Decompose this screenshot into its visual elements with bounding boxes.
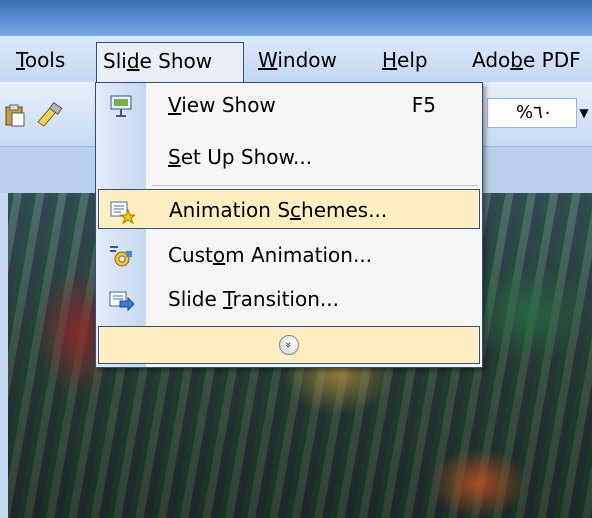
double-chevron-down-icon[interactable]: » [279,335,299,355]
menu-slide-show-b: e Show [139,49,213,73]
menu-window-mnemonic: W [258,48,278,72]
menu-slide-show[interactable]: Slide Show [96,42,244,82]
menu-window-rest: indow [277,48,337,72]
menu-adobe-mnemonic: b [510,48,523,72]
projector-icon [108,92,134,118]
menu-help-rest: elp [397,48,428,72]
format-painter-icon[interactable] [34,101,63,128]
paste-icon[interactable] [2,102,28,128]
menu-adobe-a: Ado [472,48,511,72]
menu-bar: Tools Slide Show Window Help Adobe PDF [0,36,592,82]
menu-item-slide-transition[interactable]: Slide Transition... [98,279,480,319]
slide-show-menu: View Show F5 Set Up Show... Animation Sc… [95,82,483,368]
zoom-dropdown-arrow-icon[interactable]: ▼ [576,98,592,128]
custom-animation-label: Custom Animation... [168,243,373,267]
menu-item-custom-animation[interactable]: Custom Animation... [98,235,480,275]
menu-tools[interactable]: Tools [10,44,71,76]
title-bar [0,0,592,36]
menu-separator [152,185,478,186]
pane-edge [0,193,8,518]
menu-help[interactable]: Help [376,44,434,76]
animation-schemes-icon [109,197,137,225]
view-show-shortcut: F5 [411,93,436,117]
slide-transition-icon [108,286,135,312]
menu-window[interactable]: Window [252,44,343,76]
menu-help-mnemonic: H [382,48,398,72]
animation-schemes-label: Animation Schemes... [169,198,388,222]
view-show-label: View Show [168,93,276,117]
menu-item-animation-schemes[interactable]: Animation Schemes... [98,189,480,229]
set-up-show-label: Set Up Show... [168,145,313,169]
slide-transition-label: Slide Transition... [168,287,339,311]
menu-expand-row[interactable]: » [98,326,480,364]
menu-tools-rest: ools [24,48,66,72]
menu-adobe-b: e PDF [522,48,581,72]
menu-item-set-up-show[interactable]: Set Up Show... [98,137,480,177]
custom-animation-icon [108,242,134,268]
zoom-value: %٦٠ [516,102,553,123]
zoom-field[interactable]: %٦٠ [487,98,577,128]
menu-slide-show-a: Sli [103,49,127,73]
menu-adobe-pdf[interactable]: Adobe PDF [466,44,587,76]
menu-item-view-show[interactable]: View Show F5 [98,85,480,125]
menu-tools-mnemonic: T [16,48,25,72]
menu-slide-show-mnemonic: d [126,49,140,73]
